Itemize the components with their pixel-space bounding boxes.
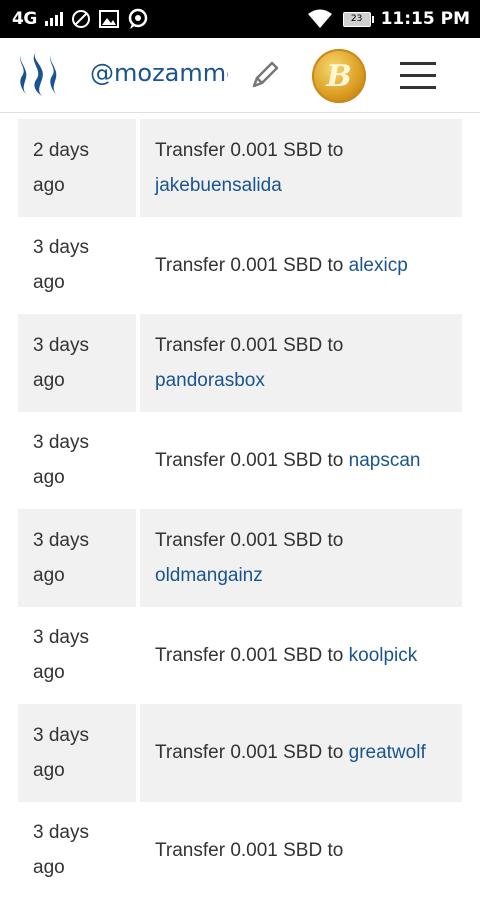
battery-icon: 23 bbox=[343, 12, 371, 27]
transfer-description-cell: Transfer 0.001 SBD to oldmangainz bbox=[140, 509, 462, 607]
transfer-date-cell: 3 daysago bbox=[18, 412, 136, 510]
transfer-text: Transfer 0.001 SBD to bbox=[155, 645, 343, 666]
transfer-date-line1: 3 days bbox=[33, 523, 89, 558]
transfer-date-line1: 3 days bbox=[33, 425, 89, 460]
recipient-link[interactable]: greatwolf bbox=[349, 742, 426, 763]
transfer-date-line2: ago bbox=[33, 265, 89, 300]
network-type: 4G bbox=[12, 9, 37, 29]
transfer-date-cell: 2 daysago bbox=[18, 119, 136, 217]
transfer-date-line2: ago bbox=[33, 850, 89, 885]
transfer-description-cell: Transfer 0.001 SBD to greatwolf bbox=[140, 704, 462, 802]
transfer-date-line2: ago bbox=[33, 363, 89, 398]
transfer-date-line2: ago bbox=[33, 168, 89, 203]
transfer-date-line1: 3 days bbox=[33, 620, 89, 655]
recipient-link[interactable]: pandorasbox bbox=[155, 370, 265, 391]
status-right-icons: 23 11:15 PM bbox=[307, 0, 470, 38]
recipient-link[interactable]: oldmangainz bbox=[155, 565, 263, 586]
transfer-text: Transfer 0.001 SBD to bbox=[155, 742, 343, 763]
table-row: 3 daysagoTransfer 0.001 SBD to alexicp bbox=[18, 217, 462, 315]
battery-level: 23 bbox=[351, 14, 362, 24]
signal-strength-icon bbox=[45, 12, 63, 26]
hamburger-menu-icon[interactable] bbox=[400, 62, 436, 92]
recipient-link[interactable]: napscan bbox=[349, 450, 421, 471]
table-row: 3 daysagoTransfer 0.001 SBD to oldmangai… bbox=[18, 509, 462, 607]
transfer-date-cell: 3 daysago bbox=[18, 509, 136, 607]
transfer-text: Transfer 0.001 SBD to bbox=[155, 255, 343, 276]
recipient-link[interactable]: alexicp bbox=[349, 255, 408, 276]
transfer-date-cell: 3 daysago bbox=[18, 314, 136, 412]
transfer-date-line1: 3 days bbox=[33, 718, 89, 753]
edit-pencil-icon[interactable] bbox=[248, 58, 282, 92]
table-row: 2 daysagoTransfer 0.001 SBD to jakebuens… bbox=[18, 119, 462, 217]
chat-notification-icon bbox=[127, 8, 149, 30]
transfer-date-cell: 3 daysago bbox=[18, 217, 136, 315]
table-row: 3 daysagoTransfer 0.001 SBD to pandorasb… bbox=[18, 314, 462, 412]
transfer-description-cell: Transfer 0.001 SBD to pandorasbox bbox=[140, 314, 462, 412]
transfer-text: Transfer 0.001 SBD to bbox=[155, 335, 343, 356]
table-row: 3 daysagoTransfer 0.001 SBD to koolpick bbox=[18, 607, 462, 705]
transfer-date-line1: 3 days bbox=[33, 815, 89, 850]
transfer-date-line2: ago bbox=[33, 753, 89, 788]
transfer-description-cell: Transfer 0.001 SBD to koolpick bbox=[140, 607, 462, 705]
recipient-link[interactable]: jakebuensalida bbox=[155, 175, 282, 196]
transfer-date-line1: 3 days bbox=[33, 230, 89, 265]
table-row: 3 daysago Transfer 0.001 SBD to bbox=[18, 802, 462, 899]
transfer-date-line2: ago bbox=[33, 655, 89, 690]
app-header: @mozammel B bbox=[0, 38, 480, 113]
bitcoin-coin-icon[interactable]: B bbox=[312, 49, 366, 103]
transfer-date-cell: 3 daysago bbox=[18, 704, 136, 802]
transfer-date-line2: ago bbox=[33, 558, 89, 593]
transfer-text: Transfer 0.001 SBD to bbox=[155, 140, 343, 161]
wifi-icon bbox=[307, 9, 333, 29]
account-username[interactable]: @mozammel bbox=[90, 59, 228, 91]
transfer-text: Transfer 0.001 SBD to bbox=[155, 530, 343, 551]
transfer-date-cell: 3 daysago bbox=[18, 607, 136, 705]
transfer-description-cell: Transfer 0.001 SBD to alexicp bbox=[140, 217, 462, 315]
transfer-text: Transfer 0.001 SBD to bbox=[155, 840, 343, 861]
transfer-text: Transfer 0.001 SBD to bbox=[155, 450, 343, 471]
steem-logo-icon[interactable] bbox=[14, 50, 66, 98]
status-left-icons: 4G bbox=[12, 0, 149, 38]
transfer-description-cell: Transfer 0.001 SBD to napscan bbox=[140, 412, 462, 510]
clock: 11:15 PM bbox=[381, 9, 470, 29]
transfer-date-line1: 3 days bbox=[33, 328, 89, 363]
do-not-disturb-icon bbox=[71, 9, 91, 29]
transfer-description-cell: Transfer 0.001 SBD to jakebuensalida bbox=[140, 119, 462, 217]
table-row: 3 daysagoTransfer 0.001 SBD to greatwolf bbox=[18, 704, 462, 802]
transfer-history-table: 2 daysagoTransfer 0.001 SBD to jakebuens… bbox=[18, 119, 462, 899]
transfer-date-cell: 3 daysago bbox=[18, 802, 136, 899]
gallery-notification-icon bbox=[99, 10, 119, 28]
table-row: 3 daysagoTransfer 0.001 SBD to napscan bbox=[18, 412, 462, 510]
transfer-date-line1: 2 days bbox=[33, 133, 89, 168]
transfer-date-line2: ago bbox=[33, 460, 89, 495]
coin-letter: B bbox=[326, 59, 351, 94]
transfer-description-cell: Transfer 0.001 SBD to bbox=[140, 802, 462, 899]
status-bar: 4G 23 11:15 PM bbox=[0, 0, 480, 38]
recipient-link[interactable]: koolpick bbox=[349, 645, 418, 666]
